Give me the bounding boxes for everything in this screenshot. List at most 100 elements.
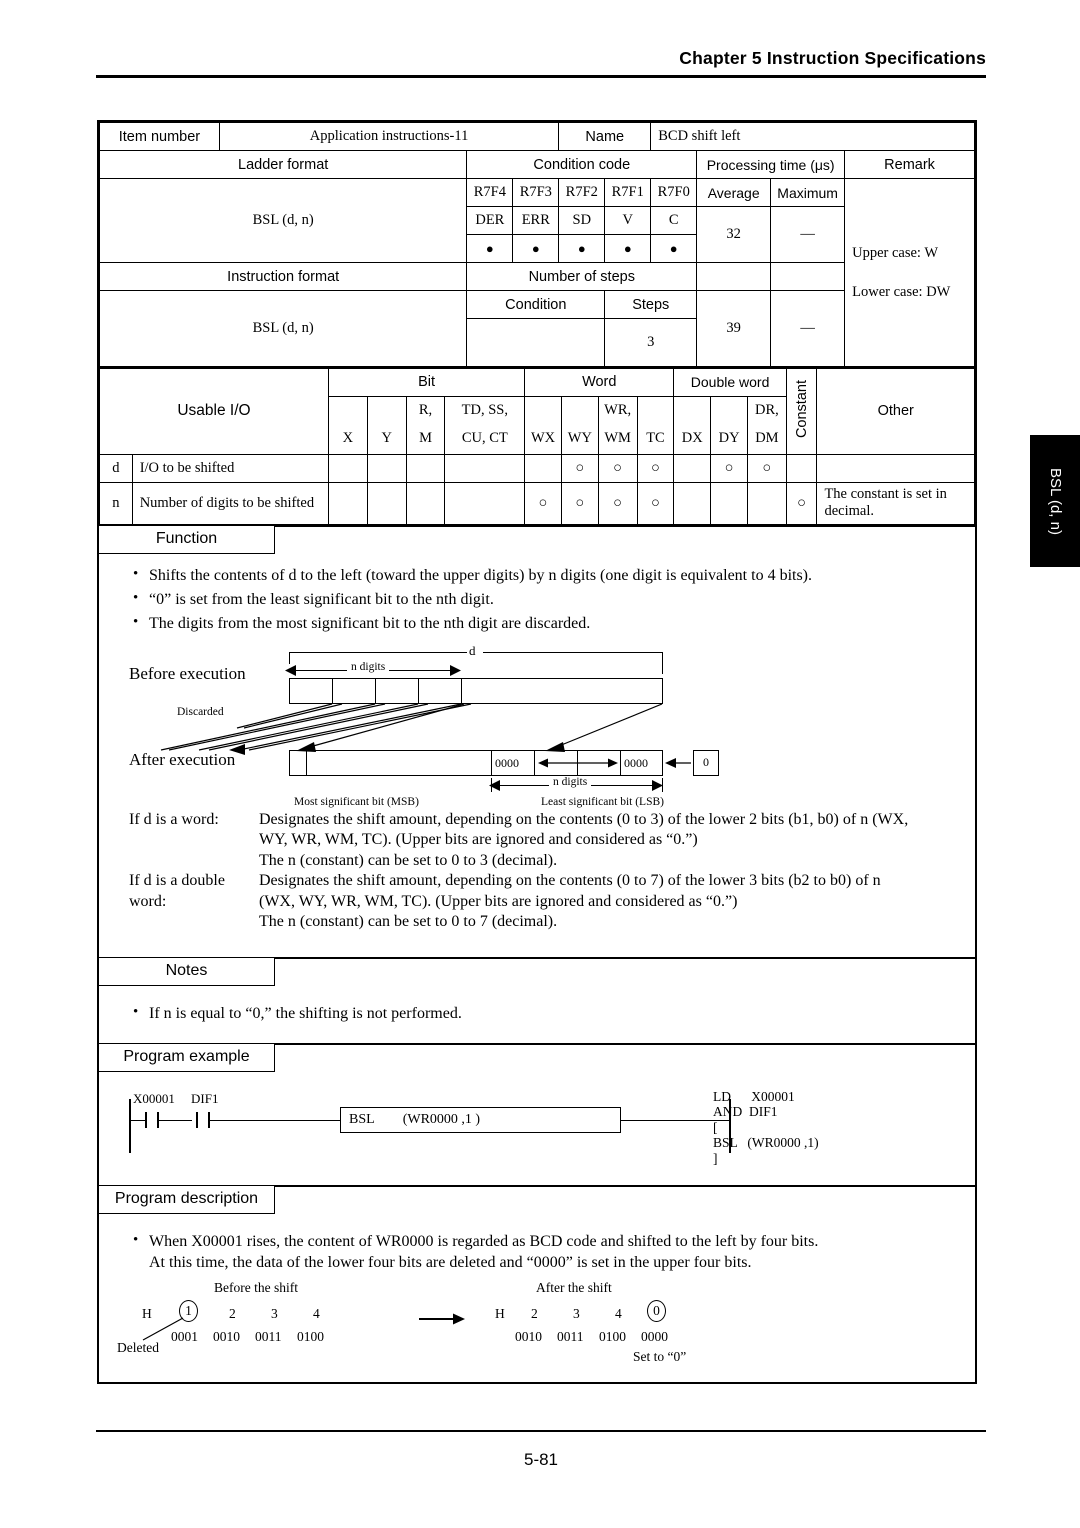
remark-label: Remark (844, 150, 975, 179)
remark-line-2: Lower case: DW (852, 283, 951, 300)
program-example-section: Program example X00001 DIF1 BSL (WR0000 … (99, 1042, 975, 1185)
after-zeros-right: 0000 (624, 755, 648, 770)
row-other-d (816, 453, 975, 483)
explanation-dword-line-3: The n (constant) can be set to 0 to 7 (d… (259, 913, 558, 930)
mark-d-wx (524, 453, 562, 483)
explanation-word-line-3: The n (constant) can be set to 0 to 3 (d… (259, 851, 558, 869)
mark-d-tc: ○ (636, 453, 675, 483)
ladder-wire-1 (158, 1119, 192, 1121)
d-bracket-left (289, 651, 467, 653)
explanation-dword-line-2: (WX, WY, WR, WM, TC). (Upper bits are ig… (259, 892, 738, 910)
col-top-td-ss: TD, SS, (444, 395, 526, 424)
mark-n-tc: ○ (636, 481, 675, 525)
after-cell-div-2 (534, 750, 536, 775)
spec-table: Item number Application instructions-11 … (98, 122, 975, 367)
page-header: Chapter 5 Instruction Specifications (96, 48, 986, 78)
mark-d-dm: ○ (746, 453, 787, 483)
function-bullet-1: Shifts the contents of d to the left (to… (99, 564, 975, 586)
ladder-wire-0 (130, 1119, 146, 1121)
flag-mark-err: ● (512, 234, 560, 263)
flag-err: ERR (512, 206, 560, 235)
spec-row-item: Item number Application instructions-11 … (99, 122, 975, 151)
flag-c: C (650, 206, 698, 235)
col-top-y (366, 395, 407, 424)
usable-io-group-row: Usable I/O Bit Word Double word Constant… (99, 367, 975, 455)
arrowhead-left-after (489, 779, 500, 791)
notes-tab-label: Notes (99, 957, 275, 986)
deleted-pointer-line (142, 1316, 184, 1341)
col-top-wx (524, 395, 562, 424)
spec-row-cond-steps-head: BSL (d, n) Condition Steps 39 — (98, 290, 975, 367)
mark-d-y (366, 453, 407, 483)
ladder-wire-2 (209, 1119, 341, 1121)
mark-n-dx (673, 481, 712, 525)
flag-mark-sd: ● (558, 234, 606, 263)
instruction-format-label: Instruction format (98, 262, 468, 291)
ladder-contact-1-label: X00001 (133, 1090, 175, 1106)
number-of-steps-label: Number of steps (466, 262, 698, 291)
mark-n-cuct (444, 481, 526, 525)
mark-d-wy: ○ (560, 453, 599, 483)
group-word: Word (524, 367, 675, 397)
program-description-bullets: When X00001 rises, the content of WR0000… (99, 1230, 975, 1273)
group-constant: Constant (785, 367, 818, 455)
arrowhead-left-before (285, 664, 296, 676)
after-inner-arrows (538, 758, 618, 767)
col-x: X (327, 424, 368, 455)
after-bits-4: 0000 (641, 1328, 668, 1344)
ladder-diagram: X00001 DIF1 BSL (WR0000 ,1 ) LD X00001 A… (99, 1087, 975, 1173)
after-zeros-left: 0000 (495, 755, 519, 770)
col-top-r: R, (405, 395, 446, 424)
col-top-wy (560, 395, 599, 424)
chapter-title: Chapter 5 Instruction Specifications (679, 48, 986, 68)
usable-io-row-n: n Number of digits to be shifted ○ ○ ○ ○… (99, 481, 975, 525)
program-example-body: X00001 DIF1 BSL (WR0000 ,1 ) LD X00001 A… (99, 1073, 975, 1185)
n-digits-label-before: n digits (347, 660, 390, 673)
ladder-box-op: BSL (349, 1111, 375, 1127)
ladder-contact-2-bar-left (196, 1111, 198, 1128)
row-desc-d: I/O to be shifted (131, 453, 329, 483)
spec-row-instr-format: Instruction format Number of steps (98, 262, 975, 291)
flag-mark-v: ● (604, 234, 652, 263)
program-description-bullet-1: When X00001 rises, the content of WR0000… (99, 1230, 975, 1273)
program-description-tab-label: Program description (99, 1185, 275, 1214)
remark-cell: Upper case: W Lower case: DW (844, 178, 975, 367)
ladder-mnemonic: BSL (d, n) (98, 178, 468, 263)
group-constant-label: Constant (793, 379, 810, 438)
flag-sd: SD (558, 206, 606, 235)
col-wm: WM (597, 424, 638, 455)
mark-n-m (405, 481, 446, 525)
row-desc-n: Number of digits to be shifted (131, 481, 329, 525)
before-shift-title: Before the shift (214, 1279, 298, 1295)
col-y: Y (366, 424, 407, 455)
mark-n-dy (710, 481, 748, 525)
col-top-dx (673, 395, 712, 424)
instruction-spec-frame: Item number Application instructions-11 … (97, 120, 977, 1384)
explanation-dword-text: Designates the shift amount, depending o… (259, 871, 975, 933)
instruction-mnemonic: BSL (d, n) (98, 290, 468, 367)
header-rule (96, 75, 986, 78)
d-bracket-tick-right (662, 651, 664, 674)
remark-line-1: Upper case: W (852, 244, 939, 261)
after-h-label: H (495, 1305, 505, 1321)
d-bracket-right (483, 651, 663, 653)
ladder-contact-1-bar-left (145, 1111, 147, 1128)
mnemonic-listing: LD X00001 AND DIF1 [ BSL (WR0000 ,1) ] (713, 1088, 819, 1166)
register-r7f1: R7F1 (604, 178, 652, 207)
mark-n-dm (746, 481, 787, 525)
row-other-n: The constant is set in decimal. (816, 481, 975, 525)
function-body: Shifts the contents of d to the left (to… (99, 555, 975, 957)
maximum-value-1: — (770, 206, 846, 263)
mark-d-m (405, 453, 446, 483)
after-cell-div-1 (491, 750, 493, 775)
explanation-word-label: If d is a word: (129, 810, 219, 828)
average-value-2: 39 (696, 290, 772, 367)
register-r7f2: R7F2 (558, 178, 606, 207)
name-value: BCD shift left (650, 122, 975, 151)
row-key-n: n (99, 481, 133, 525)
zero-source-box: 0 (693, 749, 719, 776)
mark-n-wm: ○ (597, 481, 638, 525)
arrowhead-right-before (450, 664, 461, 676)
deleted-label: Deleted (117, 1339, 159, 1355)
mark-d-x (327, 453, 368, 483)
